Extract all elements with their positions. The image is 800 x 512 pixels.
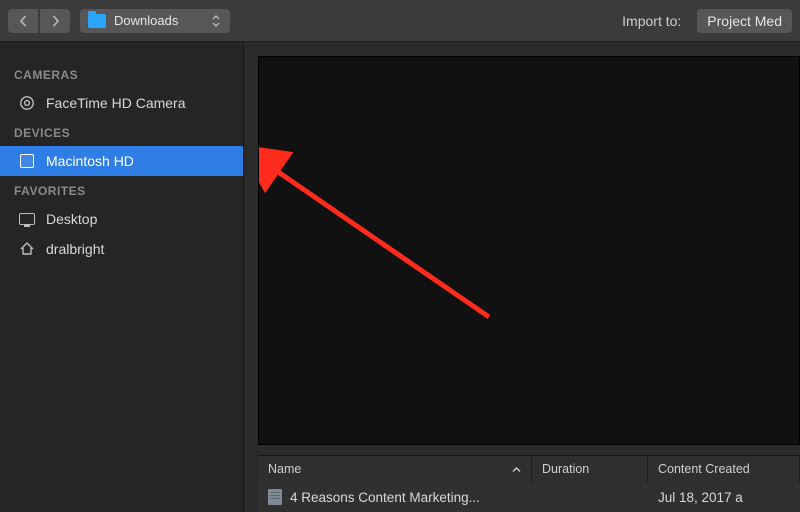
- folder-icon: [88, 14, 106, 28]
- sidebar-item-label: Macintosh HD: [46, 153, 134, 169]
- nav-buttons: [8, 9, 70, 33]
- monitor-icon: [18, 210, 36, 228]
- stepper-icon: [210, 12, 222, 30]
- annotation-arrow: [259, 57, 799, 457]
- toolbar: Downloads Import to: Project Med: [0, 0, 800, 42]
- disk-icon: [18, 152, 36, 170]
- sidebar-item-desktop[interactable]: Desktop: [0, 204, 243, 234]
- sidebar-item-facetime-camera[interactable]: FaceTime HD Camera: [0, 88, 243, 118]
- column-header-name[interactable]: Name: [258, 456, 532, 482]
- sidebar: CAMERAS FaceTime HD Camera DEVICES Macin…: [0, 42, 244, 512]
- location-label: Downloads: [114, 13, 202, 28]
- file-table: Name Duration Content Created 4 Reasons …: [258, 455, 800, 512]
- back-button[interactable]: [8, 9, 38, 33]
- sidebar-item-macintosh-hd[interactable]: Macintosh HD: [0, 146, 243, 176]
- sidebar-item-label: Desktop: [46, 211, 97, 227]
- import-window: Downloads Import to: Project Med CAMERAS…: [0, 0, 800, 512]
- sidebar-item-label: FaceTime HD Camera: [46, 95, 186, 111]
- import-to-label: Import to:: [622, 13, 681, 29]
- import-destination-dropdown[interactable]: Project Med: [697, 9, 792, 33]
- forward-button[interactable]: [40, 9, 70, 33]
- location-dropdown[interactable]: Downloads: [80, 9, 230, 33]
- sidebar-section-cameras: CAMERAS: [0, 60, 243, 88]
- home-icon: [18, 240, 36, 258]
- sort-asc-icon: [512, 466, 521, 473]
- table-row[interactable]: 4 Reasons Content Marketing... Jul 18, 2…: [258, 482, 800, 512]
- import-destination-label: Project Med: [707, 13, 782, 29]
- cell-created: Jul 18, 2017 a: [658, 490, 743, 505]
- main-area: Name Duration Content Created 4 Reasons …: [244, 42, 800, 512]
- column-header-duration[interactable]: Duration: [532, 456, 648, 482]
- sidebar-section-favorites: FAVORITES: [0, 176, 243, 204]
- preview-panel: [258, 56, 800, 445]
- column-header-content-created[interactable]: Content Created: [648, 456, 800, 482]
- sidebar-item-label: dralbright: [46, 241, 104, 257]
- chevron-right-icon: [51, 15, 60, 27]
- cell-name: 4 Reasons Content Marketing...: [290, 490, 480, 505]
- sidebar-item-home[interactable]: dralbright: [0, 234, 243, 264]
- document-icon: [268, 489, 282, 505]
- chevron-left-icon: [19, 15, 28, 27]
- table-header: Name Duration Content Created: [258, 456, 800, 482]
- sidebar-section-devices: DEVICES: [0, 118, 243, 146]
- camera-icon: [18, 94, 36, 112]
